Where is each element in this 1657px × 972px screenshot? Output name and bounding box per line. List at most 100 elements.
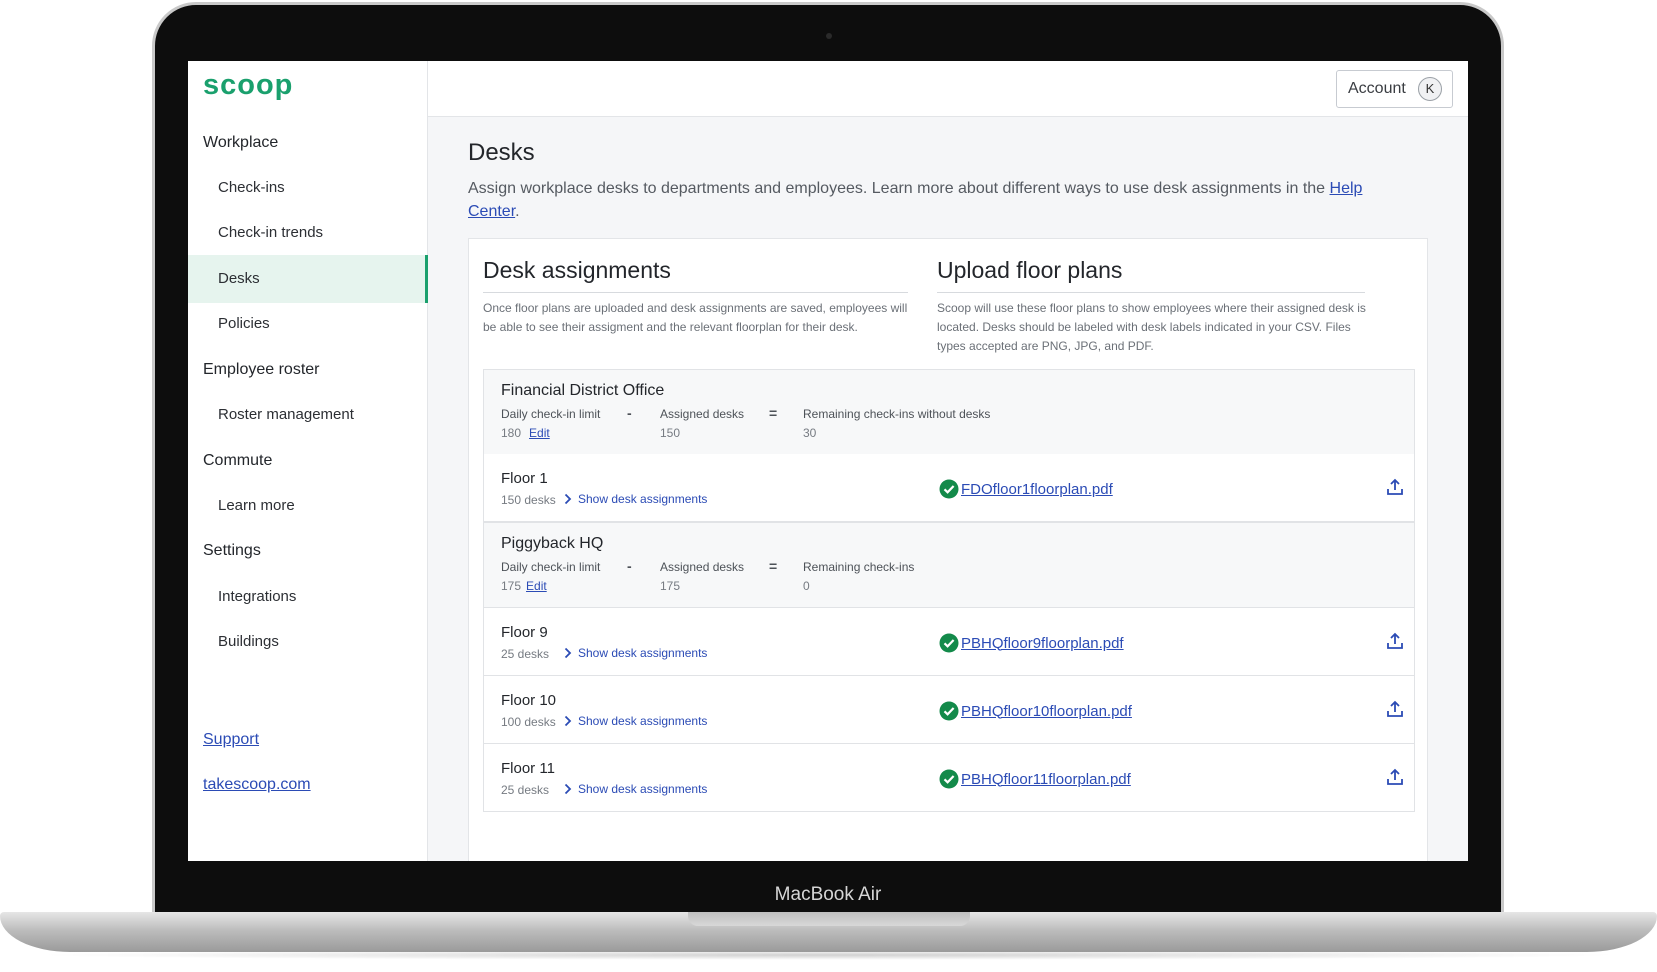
takescoop-link[interactable]: takescoop.com	[203, 776, 311, 794]
minus-sign: -	[627, 558, 632, 574]
building-name: Piggyback HQ	[501, 535, 604, 552]
floor-name: Floor 10	[501, 692, 557, 709]
desk-assignments-text: Once floor plans are uploaded and desk a…	[483, 301, 908, 334]
main-content: Desks Assign workplace desks to departme…	[428, 117, 1468, 861]
building-header-financial-district: Financial District Office Daily check-in…	[483, 369, 1415, 455]
upload-button[interactable]	[1386, 768, 1404, 791]
page-title: Desks	[468, 139, 535, 166]
show-desk-assignments-label: Show desk assignments	[578, 492, 708, 506]
upload-button[interactable]	[1386, 632, 1404, 655]
sidebar-item-buildings[interactable]: Buildings	[188, 618, 428, 666]
divider	[483, 292, 908, 293]
sidebar-item-integrations[interactable]: Integrations	[188, 573, 428, 621]
show-desk-assignments-label: Show desk assignments	[578, 782, 708, 796]
account-button[interactable]: Account K	[1336, 70, 1453, 108]
sidebar-item-check-ins[interactable]: Check-ins	[188, 164, 428, 212]
floor-row-floor-11: Floor 11 25 desks Show desk assignments …	[483, 744, 1415, 812]
support-link[interactable]: Support	[203, 731, 259, 749]
show-desk-assignments-link[interactable]: Show desk assignments	[564, 714, 707, 728]
floor-row-floor-9: Floor 9 25 desks Show desk assignments P…	[483, 608, 1415, 676]
limit-value-row: 180 Edit	[501, 426, 550, 440]
show-desk-assignments-label: Show desk assignments	[578, 714, 708, 728]
limit-value-row: 175 Edit	[501, 579, 547, 593]
upload-icon	[1387, 478, 1403, 495]
desk-count: 25 desks	[501, 647, 550, 661]
upload-floor-plans-text: Scoop will use these floor plans to show…	[937, 301, 1366, 353]
assigned-label: Assigned desks	[660, 560, 745, 574]
floorplan-file: PBHQfloor9floorplan.pdf	[939, 633, 1124, 653]
assigned-value: 175	[660, 579, 681, 593]
desk-count: 25 desks	[501, 783, 550, 797]
upload-icon	[1387, 768, 1403, 785]
minus-sign: -	[627, 405, 632, 421]
chevron-right-icon	[564, 783, 572, 795]
limit-label: Daily check-in limit	[501, 407, 601, 421]
scoop-logo[interactable]: scoop	[203, 69, 293, 102]
equals-sign: =	[769, 405, 778, 421]
page-description-text: Assign workplace desks to departments an…	[468, 180, 1330, 197]
sidebar-item-learn-more[interactable]: Learn more	[188, 482, 428, 530]
floor-name: Floor 11	[501, 760, 555, 777]
sidebar-item-roster-management[interactable]: Roster management	[188, 391, 428, 439]
floorplan-file-link[interactable]: FDOfloor1floorplan.pdf	[961, 481, 1113, 498]
show-desk-assignments-label: Show desk assignments	[578, 646, 708, 660]
show-desk-assignments-link[interactable]: Show desk assignments	[564, 646, 707, 660]
laptop-frame: MacBook Air scoop Workplace Check-ins Ch…	[0, 0, 1657, 972]
desk-count: 100 desks	[501, 715, 556, 729]
upload-floor-plans-title: Upload floor plans	[937, 257, 1123, 283]
sidebar-item-policies[interactable]: Policies	[188, 300, 428, 348]
check-circle-icon	[939, 701, 959, 721]
edit-limit-link[interactable]: Edit	[526, 579, 547, 593]
account-label: Account	[1348, 80, 1406, 97]
remaining-label: Remaining check-ins without desks	[803, 407, 991, 421]
nav-heading-commute: Commute	[203, 452, 273, 469]
floorplan-file: FDOfloor1floorplan.pdf	[939, 479, 1113, 499]
laptop-notch	[688, 912, 970, 926]
floor-row-floor-10: Floor 10 100 desks Show desk assignments…	[483, 676, 1415, 744]
sidebar-item-check-in-trends[interactable]: Check-in trends	[188, 209, 428, 257]
desk-count: 150 desks	[501, 493, 556, 507]
page-description-end: .	[515, 203, 520, 220]
floorplan-file-link[interactable]: PBHQfloor9floorplan.pdf	[961, 635, 1124, 652]
floorplan-file: PBHQfloor10floorplan.pdf	[939, 701, 1132, 721]
assigned-label: Assigned desks	[660, 407, 745, 421]
building-name: Financial District Office	[501, 382, 665, 399]
upload-button[interactable]	[1386, 478, 1404, 501]
desks-card: Desk assignments Once floor plans are up…	[468, 238, 1428, 861]
floorplan-file-link[interactable]: PBHQfloor10floorplan.pdf	[961, 703, 1132, 720]
desk-assignments-title: Desk assignments	[483, 257, 671, 283]
topbar: Account K	[428, 61, 1468, 117]
device-label: MacBook Air	[774, 884, 882, 905]
remaining-label: Remaining check-ins	[803, 560, 915, 574]
nav-heading-settings: Settings	[203, 542, 261, 559]
upload-icon	[1387, 700, 1403, 717]
limit-label: Daily check-in limit	[501, 560, 601, 574]
limit-value: 180	[501, 426, 522, 440]
divider	[937, 292, 1365, 293]
show-desk-assignments-link[interactable]: Show desk assignments	[564, 492, 707, 506]
page-description: Assign workplace desks to departments an…	[468, 177, 1368, 223]
upload-button[interactable]	[1386, 700, 1404, 723]
avatar: K	[1418, 77, 1442, 101]
floorplan-file-link[interactable]: PBHQfloor11floorplan.pdf	[961, 771, 1131, 788]
chevron-right-icon	[564, 647, 572, 659]
nav-heading-employee-roster: Employee roster	[203, 361, 320, 378]
chevron-right-icon	[564, 493, 572, 505]
edit-limit-link[interactable]: Edit	[529, 426, 550, 440]
check-circle-icon	[939, 633, 959, 653]
upload-icon	[1387, 632, 1403, 649]
floor-row-floor-1: Floor 1 150 desks Show desk assignments …	[483, 454, 1415, 522]
floor-name: Floor 1	[501, 470, 548, 487]
sidebar: scoop Workplace Check-ins Check-in trend…	[188, 61, 428, 861]
sidebar-item-desks[interactable]: Desks	[188, 255, 428, 303]
app-screen: scoop Workplace Check-ins Check-in trend…	[188, 61, 1468, 861]
camera-icon	[826, 33, 832, 39]
building-header-piggyback-hq: Piggyback HQ Daily check-in limit 175 Edi…	[483, 522, 1415, 608]
remaining-value: 30	[803, 426, 817, 440]
assigned-value: 150	[660, 426, 681, 440]
limit-value: 175	[501, 579, 522, 593]
nav-heading-workplace: Workplace	[203, 134, 279, 151]
equals-sign: =	[769, 558, 778, 574]
check-circle-icon	[939, 479, 959, 499]
show-desk-assignments-link[interactable]: Show desk assignments	[564, 782, 707, 796]
